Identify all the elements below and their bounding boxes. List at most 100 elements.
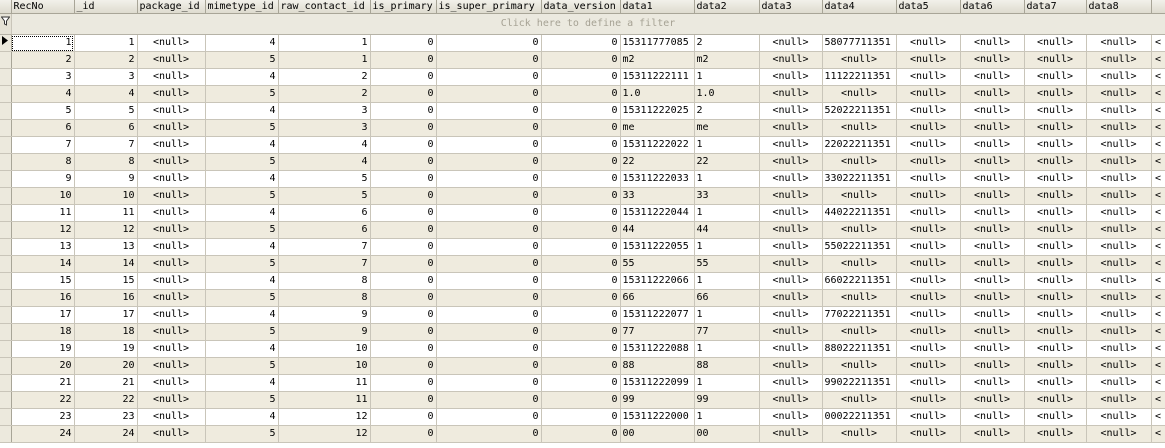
cell-data7[interactable]: <null> — [1024, 187, 1087, 205]
cell-data4[interactable]: 44022211351 — [822, 204, 897, 222]
cell-data-version[interactable]: 0 — [541, 408, 621, 426]
cell-data8[interactable]: <null> — [1086, 68, 1152, 86]
cell-data1[interactable]: 00 — [620, 425, 695, 443]
cell-data2[interactable]: 55 — [694, 255, 760, 273]
cell-is-super-primary[interactable]: 0 — [436, 408, 542, 426]
cell-overflow[interactable]: < — [1151, 238, 1165, 256]
cell-is-primary[interactable]: 0 — [370, 255, 437, 273]
cell-data-version[interactable]: 0 — [541, 391, 621, 409]
cell-mimetype-id[interactable]: 4 — [205, 238, 279, 256]
cell-data5[interactable]: <null> — [896, 119, 961, 137]
cell-data7[interactable]: <null> — [1024, 323, 1087, 341]
cell--id[interactable]: 13 — [74, 238, 138, 256]
cell-data-version[interactable]: 0 — [541, 51, 621, 69]
cell-data7[interactable]: <null> — [1024, 408, 1087, 426]
cell-raw-contact-id[interactable]: 1 — [278, 51, 371, 69]
cell-package-id[interactable]: <null> — [137, 306, 206, 324]
cell-data7[interactable]: <null> — [1024, 340, 1087, 358]
cell-data5[interactable]: <null> — [896, 374, 961, 392]
row-indicator[interactable] — [0, 289, 12, 307]
cell-data8[interactable]: <null> — [1086, 85, 1152, 103]
cell-data3[interactable]: <null> — [759, 425, 823, 443]
row-indicator[interactable] — [0, 425, 12, 443]
cell-data6[interactable]: <null> — [960, 306, 1025, 324]
cell-data1[interactable]: 99 — [620, 391, 695, 409]
cell-package-id[interactable]: <null> — [137, 323, 206, 341]
cell-data-version[interactable]: 0 — [541, 170, 621, 188]
column-header-data6[interactable]: data6 — [960, 0, 1025, 14]
cell-is-primary[interactable]: 0 — [370, 238, 437, 256]
cell-recno[interactable]: 11 — [11, 204, 75, 222]
cell-data6[interactable]: <null> — [960, 391, 1025, 409]
cell-data3[interactable]: <null> — [759, 119, 823, 137]
table-row[interactable]: 5 5 <null> 4 3 0 0 0 15311222025 2 <null> 520222113… — [0, 102, 1165, 120]
cell-overflow[interactable]: < — [1151, 34, 1165, 52]
cell-is-primary[interactable]: 0 — [370, 391, 437, 409]
cell-raw-contact-id[interactable]: 12 — [278, 408, 371, 426]
cell-recno[interactable]: 13 — [11, 238, 75, 256]
cell-raw-contact-id[interactable]: 5 — [278, 170, 371, 188]
cell-is-primary[interactable]: 0 — [370, 68, 437, 86]
cell-recno[interactable]: 2 — [11, 51, 75, 69]
cell-data5[interactable]: <null> — [896, 238, 961, 256]
cell-data3[interactable]: <null> — [759, 340, 823, 358]
cell-raw-contact-id[interactable]: 11 — [278, 391, 371, 409]
cell-data-version[interactable]: 0 — [541, 34, 621, 52]
cell-data-version[interactable]: 0 — [541, 204, 621, 222]
cell-data5[interactable]: <null> — [896, 272, 961, 290]
cell-data5[interactable]: <null> — [896, 187, 961, 205]
cell-data7[interactable]: <null> — [1024, 170, 1087, 188]
cell-recno[interactable]: 12 — [11, 221, 75, 239]
row-indicator[interactable] — [0, 357, 12, 375]
cell-recno[interactable]: 10 — [11, 187, 75, 205]
cell-data2[interactable]: 88 — [694, 357, 760, 375]
table-row[interactable]: 21 21 <null> 4 11 0 0 0 15311222099 1 <null> 990222… — [0, 374, 1165, 392]
table-row[interactable]: 2 2 <null> 5 1 0 0 0 m2 m2 <null> <null> <null> <null… — [0, 51, 1165, 69]
cell-recno[interactable]: 21 — [11, 374, 75, 392]
cell-data4[interactable]: <null> — [822, 221, 897, 239]
cell-package-id[interactable]: <null> — [137, 289, 206, 307]
table-row[interactable]: 1 1 <null> 4 1 0 0 0 15311777085 2 <null> 580777113… — [0, 34, 1165, 52]
cell-data2[interactable]: me — [694, 119, 760, 137]
cell-data1[interactable]: 15311222022 — [620, 136, 695, 154]
cell--id[interactable]: 24 — [74, 425, 138, 443]
cell-package-id[interactable]: <null> — [137, 204, 206, 222]
cell-data5[interactable]: <null> — [896, 425, 961, 443]
table-row[interactable]: 8 8 <null> 5 4 0 0 0 22 22 <null> <null> <null> <null… — [0, 153, 1165, 171]
cell-data-version[interactable]: 0 — [541, 289, 621, 307]
cell-data1[interactable]: me — [620, 119, 695, 137]
cell-data4[interactable]: <null> — [822, 391, 897, 409]
cell-overflow[interactable]: < — [1151, 102, 1165, 120]
cell-raw-contact-id[interactable]: 4 — [278, 153, 371, 171]
cell-is-super-primary[interactable]: 0 — [436, 374, 542, 392]
cell-data6[interactable]: <null> — [960, 408, 1025, 426]
cell-data8[interactable]: <null> — [1086, 323, 1152, 341]
table-row[interactable]: 22 22 <null> 5 11 0 0 0 99 99 <null> <null> <null> <n… — [0, 391, 1165, 409]
cell-package-id[interactable]: <null> — [137, 187, 206, 205]
cell-is-super-primary[interactable]: 0 — [436, 153, 542, 171]
cell-raw-contact-id[interactable]: 7 — [278, 238, 371, 256]
column-header--id[interactable]: _id — [74, 0, 138, 14]
table-row[interactable]: 15 15 <null> 4 8 0 0 0 15311222066 1 <null> 6602221… — [0, 272, 1165, 290]
cell--id[interactable]: 15 — [74, 272, 138, 290]
cell-package-id[interactable]: <null> — [137, 34, 206, 52]
cell-data3[interactable]: <null> — [759, 272, 823, 290]
cell-mimetype-id[interactable]: 5 — [205, 119, 279, 137]
cell-data7[interactable]: <null> — [1024, 391, 1087, 409]
cell--id[interactable]: 23 — [74, 408, 138, 426]
cell-data5[interactable]: <null> — [896, 34, 961, 52]
cell-package-id[interactable]: <null> — [137, 374, 206, 392]
cell--id[interactable]: 10 — [74, 187, 138, 205]
cell-mimetype-id[interactable]: 5 — [205, 221, 279, 239]
cell-recno[interactable]: 16 — [11, 289, 75, 307]
cell-data2[interactable]: 1 — [694, 340, 760, 358]
cell-data5[interactable]: <null> — [896, 221, 961, 239]
cell-is-super-primary[interactable]: 0 — [436, 34, 542, 52]
cell-data2[interactable]: 1 — [694, 170, 760, 188]
cell-data6[interactable]: <null> — [960, 136, 1025, 154]
cell-data8[interactable]: <null> — [1086, 187, 1152, 205]
cell-raw-contact-id[interactable]: 8 — [278, 289, 371, 307]
cell--id[interactable]: 2 — [74, 51, 138, 69]
cell-data2[interactable]: 2 — [694, 34, 760, 52]
cell-is-super-primary[interactable]: 0 — [436, 255, 542, 273]
